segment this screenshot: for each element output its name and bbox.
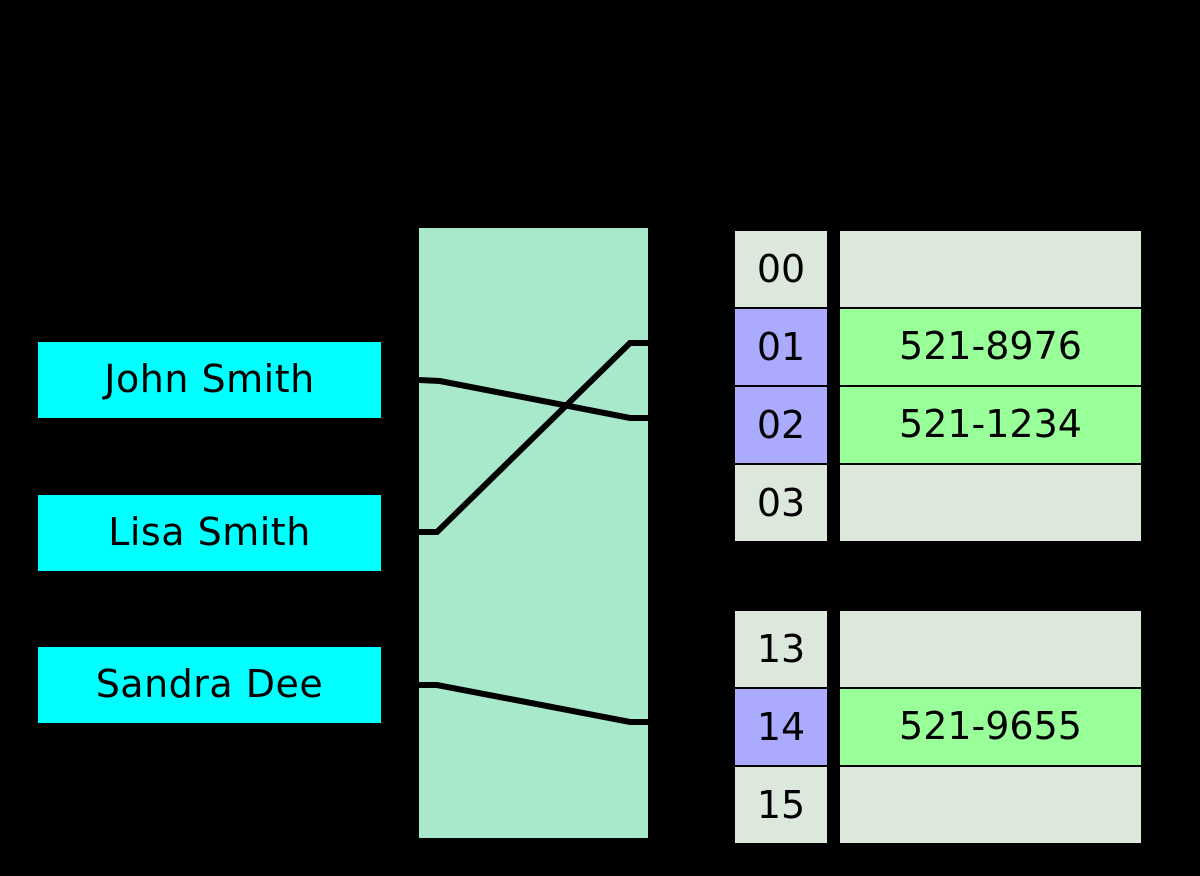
bucket-value-text: 521-8976 [899, 324, 1082, 368]
bucket-value-cell[interactable]: 521-8976 [840, 309, 1141, 385]
bucket-row[interactable]: 03 [735, 465, 1141, 541]
hash-function-region [419, 228, 648, 838]
bucket-index-cell[interactable]: 02 [735, 387, 827, 463]
key-box[interactable]: John Smith [38, 342, 381, 418]
key-label: Lisa Smith [108, 510, 311, 554]
bucket-index-cell[interactable]: 13 [735, 611, 827, 687]
bucket-value-text: 521-9655 [899, 704, 1082, 748]
key-box[interactable]: Lisa Smith [38, 495, 381, 571]
bucket-row[interactable]: 02 521-1234 [735, 387, 1141, 463]
key-label: John Smith [104, 357, 315, 401]
bucket-index-cell[interactable]: 14 [735, 689, 827, 765]
bucket-value-cell[interactable] [840, 611, 1141, 687]
bucket-value-cell[interactable]: 521-1234 [840, 387, 1141, 463]
bucket-row[interactable]: 13 [735, 611, 1141, 687]
bucket-value-cell[interactable] [840, 767, 1141, 843]
bucket-row[interactable]: 00 [735, 231, 1141, 307]
upper-bucket-group: 00 01 521-8976 02 521-1234 03 [735, 231, 1141, 541]
bucket-index-cell[interactable]: 01 [735, 309, 827, 385]
bucket-value-cell[interactable] [840, 231, 1141, 307]
key-box[interactable]: Sandra Dee [38, 647, 381, 723]
bucket-value-cell[interactable]: 521-9655 [840, 689, 1141, 765]
bucket-index-cell[interactable]: 00 [735, 231, 827, 307]
bucket-index-cell[interactable]: 03 [735, 465, 827, 541]
bucket-row[interactable]: 01 521-8976 [735, 309, 1141, 385]
key-label: Sandra Dee [95, 662, 324, 706]
bucket-row[interactable]: 15 [735, 767, 1141, 843]
bucket-value-text: 521-1234 [899, 402, 1082, 446]
bucket-row[interactable]: 14 521-9655 [735, 689, 1141, 765]
bucket-value-cell[interactable] [840, 465, 1141, 541]
hash-table-diagram: John Smith Lisa Smith Sandra Dee 00 01 521-8… [0, 0, 1200, 876]
bucket-index-cell[interactable]: 15 [735, 767, 827, 843]
lower-bucket-group: 13 14 521-9655 15 [735, 611, 1141, 843]
